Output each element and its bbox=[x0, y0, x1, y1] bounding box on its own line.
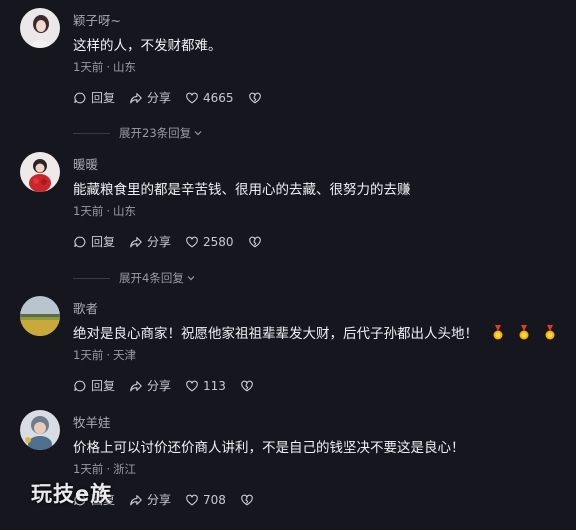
comment-text-body: 绝对是良心商家！祝愿他家祖祖辈辈发大财，后代子孙都出人头地！ bbox=[73, 326, 478, 342]
comment-meta: 1天前 · 山东 bbox=[73, 60, 136, 74]
username[interactable]: 牧羊娃 bbox=[73, 412, 111, 431]
share-button[interactable]: 分享 bbox=[129, 89, 171, 106]
reply-icon bbox=[74, 380, 86, 391]
divider bbox=[73, 277, 110, 279]
comment-location: 山东 bbox=[112, 204, 136, 218]
share-button[interactable]: 分享 bbox=[129, 491, 171, 508]
like-button[interactable]: 708 bbox=[185, 493, 226, 507]
share-label: 分享 bbox=[147, 91, 172, 105]
comment-text: 绝对是良心商家！祝愿他家祖祖辈辈发大财，后代子孙都出人头地！ bbox=[73, 322, 556, 342]
share-button[interactable]: 分享 bbox=[129, 233, 171, 250]
like-count: 2580 bbox=[203, 234, 234, 249]
comment-location: 天津 bbox=[112, 348, 136, 362]
share-label: 分享 bbox=[147, 235, 172, 249]
comment-meta: 1天前 · 天津 bbox=[73, 348, 136, 362]
broken-heart-icon bbox=[248, 92, 261, 103]
heart-icon bbox=[186, 380, 198, 391]
avatar[interactable] bbox=[20, 8, 60, 48]
avatar[interactable] bbox=[20, 152, 60, 192]
divider bbox=[73, 132, 110, 134]
like-button[interactable]: 113 bbox=[185, 379, 226, 393]
like-button[interactable]: 4665 bbox=[185, 91, 234, 105]
like-count: 708 bbox=[203, 492, 226, 507]
comment-meta: 1天前 · 浙江 bbox=[73, 462, 136, 476]
like-button[interactable]: 2580 bbox=[185, 235, 234, 249]
dislike-button[interactable] bbox=[240, 379, 254, 393]
username[interactable]: 颖子呀~ bbox=[73, 10, 121, 29]
expand-replies-button[interactable]: 展开23条回复 bbox=[73, 125, 203, 141]
broken-heart-icon bbox=[241, 494, 253, 505]
username[interactable]: 歌者 bbox=[73, 298, 98, 317]
heart-icon bbox=[186, 236, 198, 247]
reply-button[interactable]: 回复 bbox=[73, 233, 115, 250]
avatar[interactable] bbox=[20, 296, 60, 336]
share-icon bbox=[130, 236, 142, 247]
comment-text: 价格上可以讨价还价商人讲利，不是自己的钱坚决不要这是良心！ bbox=[73, 440, 465, 456]
comment-text: 这样的人，不发财都难。 bbox=[73, 38, 222, 54]
chevron-down-icon bbox=[194, 131, 202, 136]
comment-feed: 颖子呀~ 这样的人，不发财都难。 1天前 · 山东 回复 分享 4665 展开2… bbox=[0, 0, 576, 530]
share-label: 分享 bbox=[147, 379, 172, 393]
expand-replies-label: 展开4条回复 bbox=[119, 271, 184, 285]
reply-button[interactable]: 回复 bbox=[73, 377, 115, 394]
comment-location: 浙江 bbox=[112, 462, 136, 476]
heart-icon bbox=[186, 494, 198, 505]
like-count: 4665 bbox=[203, 90, 234, 105]
dislike-button[interactable] bbox=[248, 235, 262, 249]
reply-button[interactable]: 回复 bbox=[73, 89, 115, 106]
comment-actions: 回复 分享 113 bbox=[73, 377, 268, 394]
like-count: 113 bbox=[203, 378, 226, 393]
expand-replies-button[interactable]: 展开4条回复 bbox=[73, 270, 196, 286]
reply-icon bbox=[74, 92, 86, 103]
broken-heart-icon bbox=[241, 380, 253, 391]
dislike-button[interactable] bbox=[240, 493, 254, 507]
comment-location: 山东 bbox=[112, 60, 136, 74]
heart-icon bbox=[186, 92, 198, 103]
reply-label: 回复 bbox=[91, 91, 116, 105]
comment-actions: 回复 分享 2580 bbox=[73, 233, 276, 250]
comment-actions: 回复 分享 4665 bbox=[73, 89, 276, 106]
medal-emoji bbox=[493, 325, 503, 340]
comment-time: 1天前 bbox=[73, 462, 104, 476]
reply-label: 回复 bbox=[91, 379, 116, 393]
medal-emoji bbox=[545, 325, 555, 340]
medal-emoji bbox=[519, 325, 529, 340]
share-button[interactable]: 分享 bbox=[129, 377, 171, 394]
comment-time: 1天前 bbox=[73, 204, 104, 218]
expand-replies-label: 展开23条回复 bbox=[119, 126, 192, 140]
comment-text: 能藏粮食里的都是辛苦钱、很用心的去藏、很努力的去赚 bbox=[73, 182, 411, 198]
reply-icon bbox=[74, 236, 86, 247]
share-icon bbox=[130, 380, 142, 391]
share-icon bbox=[130, 494, 142, 505]
broken-heart-icon bbox=[248, 236, 261, 247]
share-icon bbox=[130, 92, 142, 103]
watermark: 玩技e族 bbox=[31, 482, 113, 506]
comment-time: 1天前 bbox=[73, 348, 104, 362]
username[interactable]: 暖暖 bbox=[73, 154, 98, 173]
dislike-button[interactable] bbox=[248, 91, 262, 105]
share-label: 分享 bbox=[147, 493, 172, 507]
comment-meta: 1天前 · 山东 bbox=[73, 204, 136, 218]
comment-time: 1天前 bbox=[73, 60, 104, 74]
avatar[interactable] bbox=[20, 410, 60, 450]
chevron-down-icon bbox=[187, 276, 195, 281]
reply-label: 回复 bbox=[91, 235, 116, 249]
